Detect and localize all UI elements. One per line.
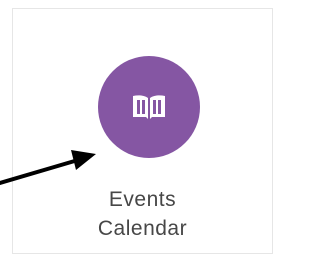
events-calendar-icon-badge [98,56,200,158]
screenshot-frame: Events Calendar [0,0,275,259]
tile-label-line-2: Calendar [97,217,188,240]
tile-label-line-1: Events [108,188,177,211]
open-book-icon [133,95,165,119]
events-calendar-tile[interactable]: Events Calendar [12,8,273,254]
